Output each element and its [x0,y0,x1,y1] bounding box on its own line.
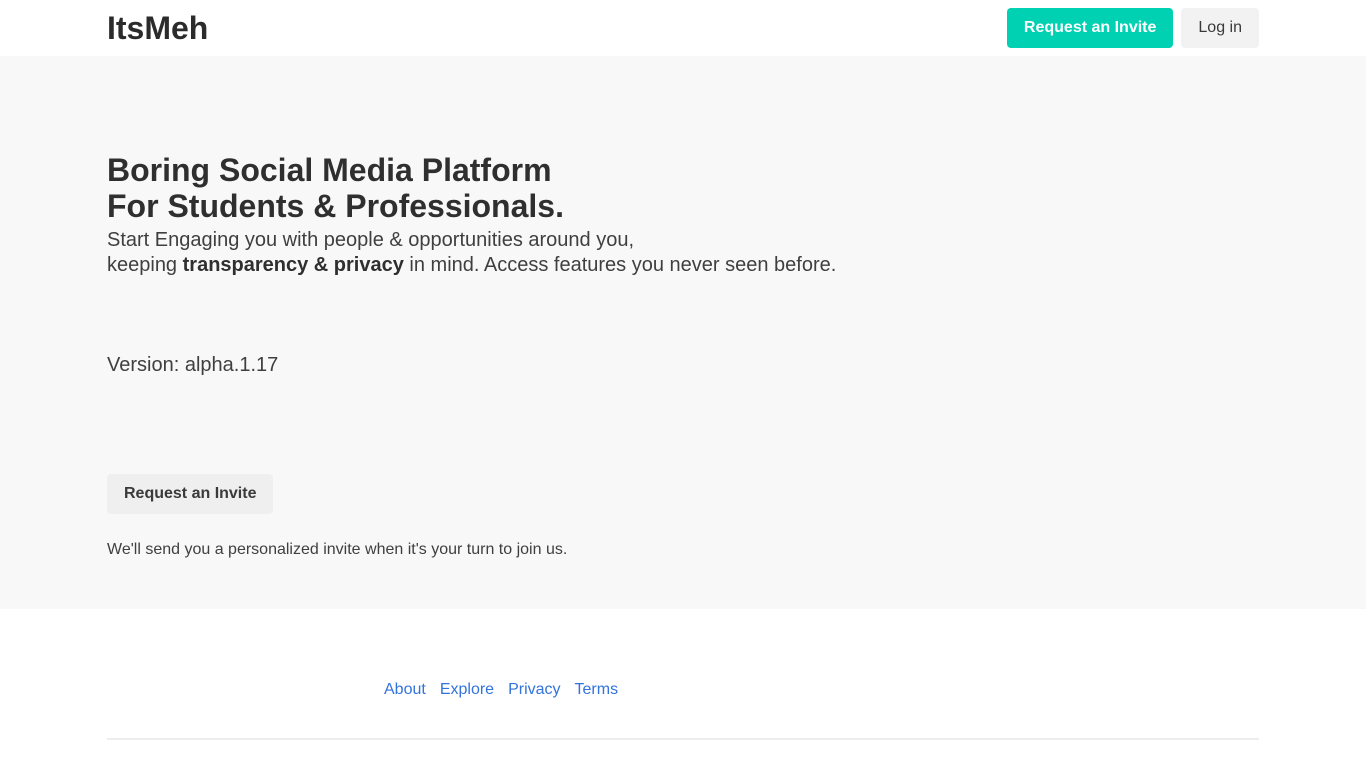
footer-link-about[interactable]: About [384,680,426,700]
footer-link-privacy[interactable]: Privacy [508,680,560,700]
hero-subtitle-suffix: in mind. Access features you never seen … [403,254,837,276]
invite-note: We'll send you a personalized invite whe… [107,541,568,558]
hero-subtitle-line-1: Start Engaging you with people & opportu… [107,229,635,251]
top-navbar: ItsMeh Request an Invite Log in [0,0,1366,56]
hero-title: Boring Social Media Platform For Student… [107,152,564,224]
hero-section: Boring Social Media Platform For Student… [0,56,1366,609]
request-invite-button[interactable]: Request an Invite [1006,8,1174,48]
hero-subtitle-prefix: keeping [107,254,183,276]
hero-title-line-2: For Students & Professionals. [107,188,564,224]
footer-link-explore[interactable]: Explore [440,680,494,700]
brand-logo[interactable]: ItsMeh [107,10,208,46]
hero-subtitle-emphasis: transparency & privacy [182,254,404,276]
hero-subtitle: Start Engaging you with people & opportu… [107,228,836,278]
version-label: Version: alpha.1.17 [107,354,279,376]
navbar-actions: Request an Invite Log in [1006,8,1259,48]
footer-links: About Explore Privacy Terms [384,680,618,700]
footer-divider [107,738,1259,740]
footer-link-terms[interactable]: Terms [575,680,619,700]
hero-title-line-1: Boring Social Media Platform [107,152,552,188]
login-button[interactable]: Log in [1181,8,1259,48]
hero-request-invite-button[interactable]: Request an Invite [107,474,274,514]
